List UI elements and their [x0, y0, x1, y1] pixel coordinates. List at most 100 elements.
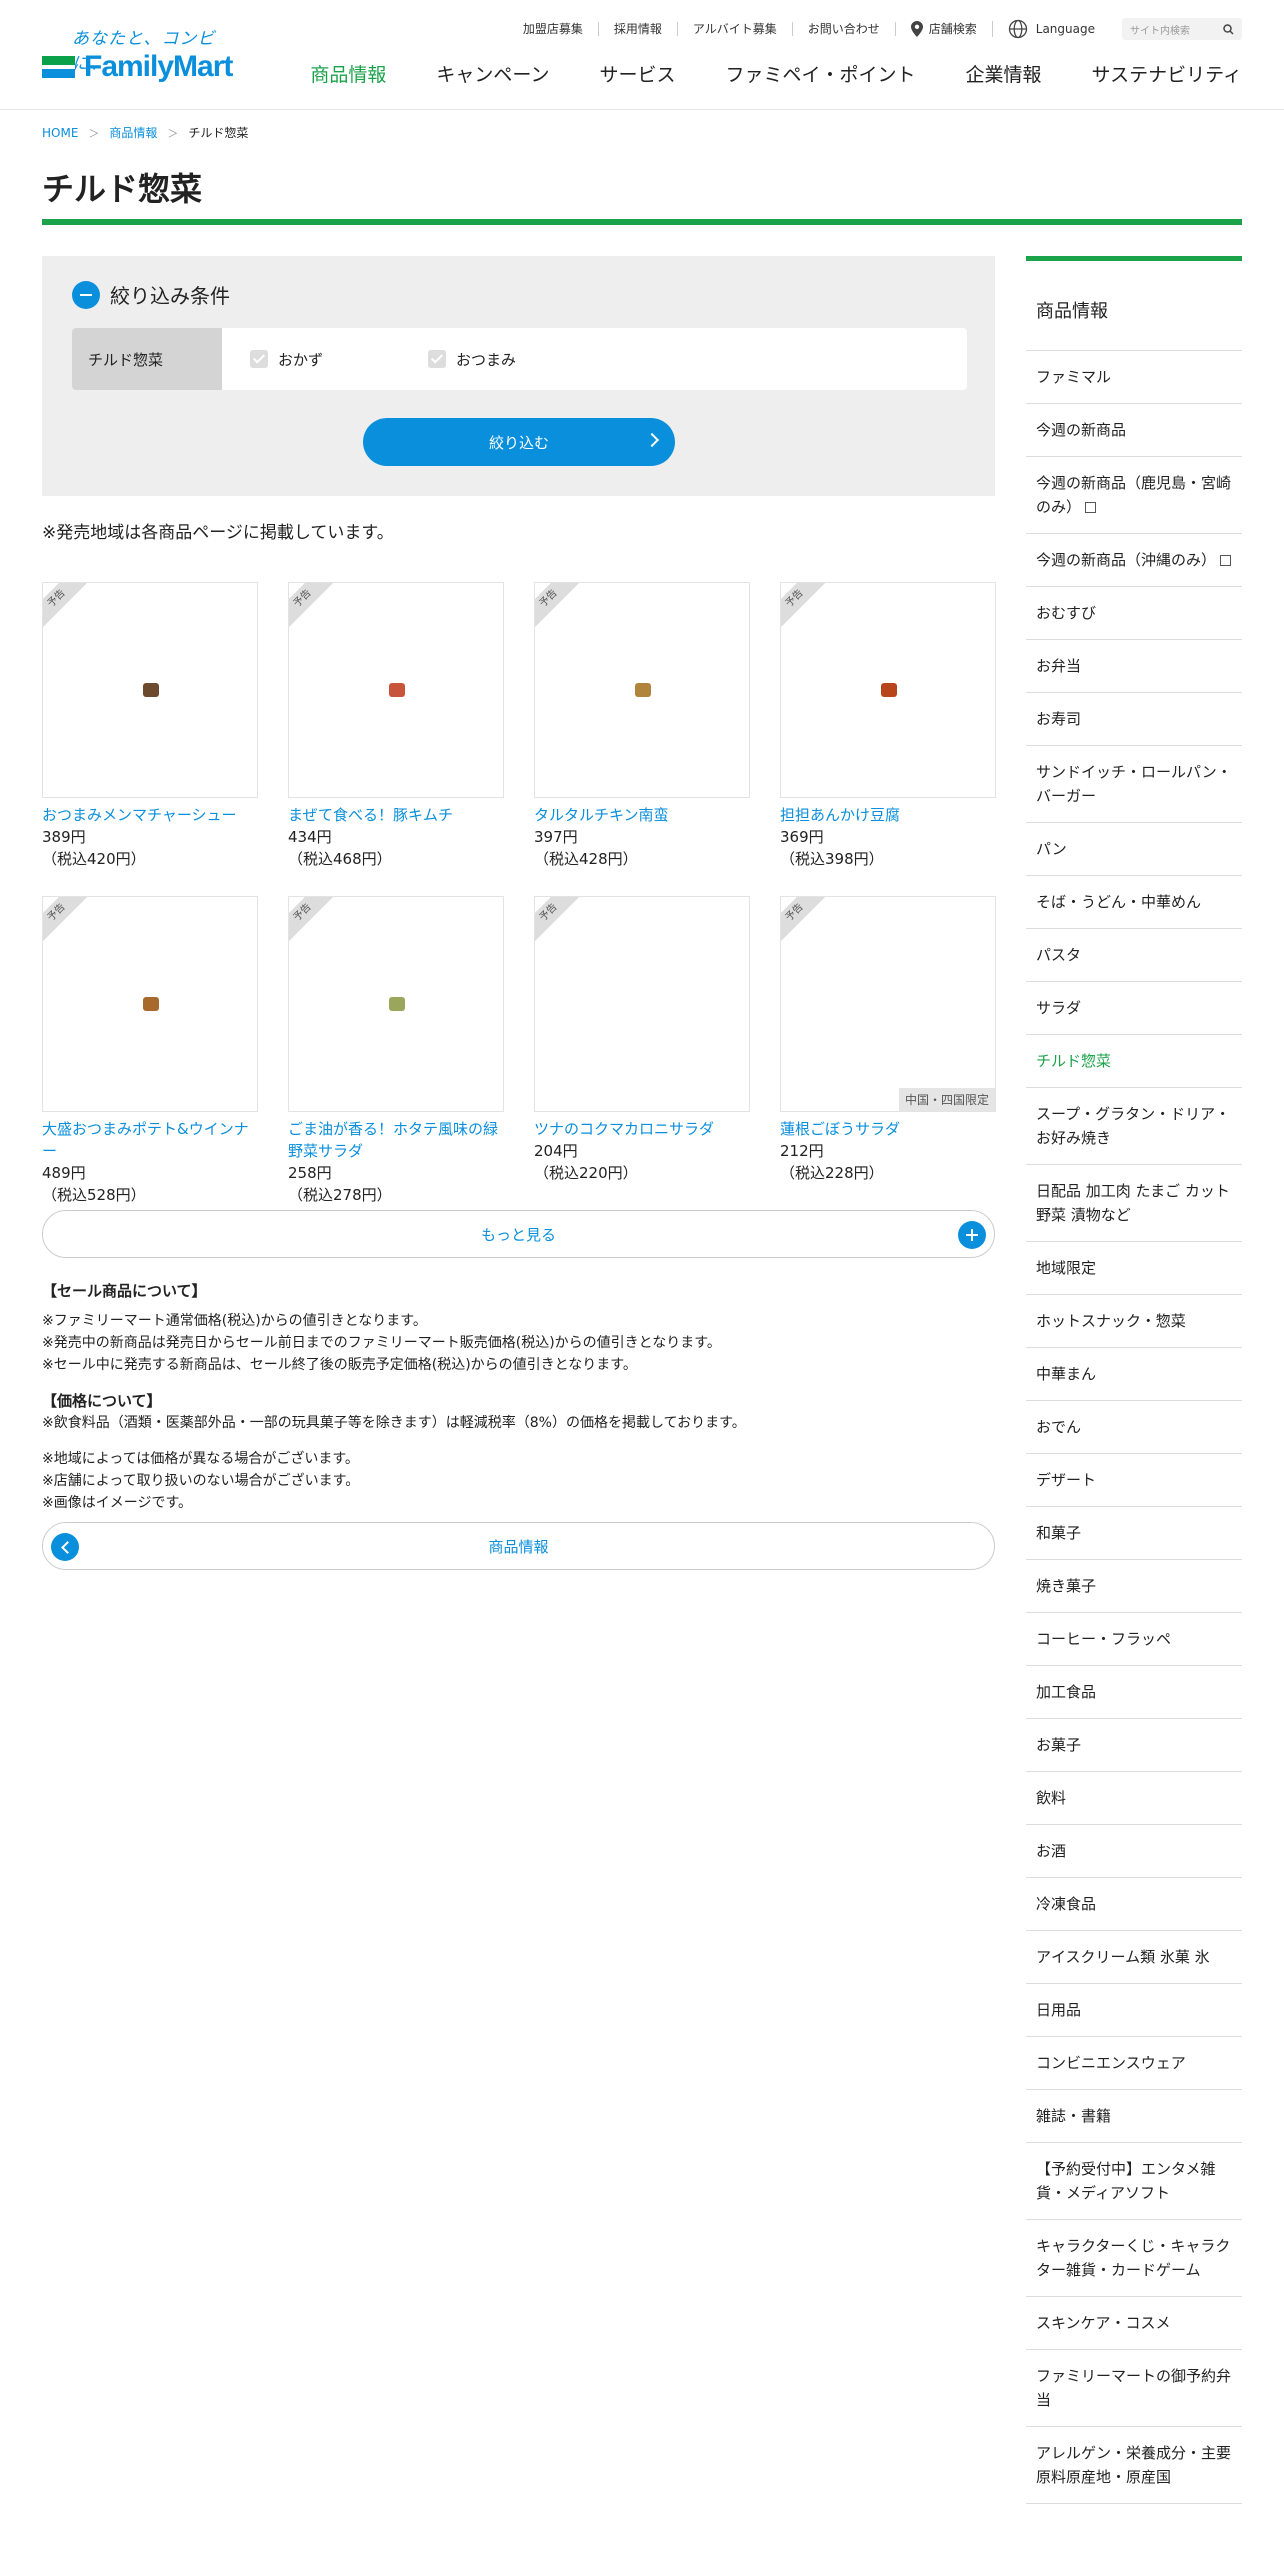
util-link-contact[interactable]: お問い合わせ [793, 22, 896, 36]
product-name[interactable]: まぜて食べる！豚キムチ [288, 804, 504, 826]
sidebar-item[interactable]: サラダ [1026, 982, 1242, 1035]
filter-toggle[interactable]: 絞り込み条件 [72, 280, 230, 309]
product-card[interactable]: 予告 タルタルチキン南蛮 397円 （税込428円） [534, 582, 750, 870]
sidebar-item[interactable]: お酒 [1026, 1825, 1242, 1878]
nav-corporate[interactable]: 企業情報 [966, 60, 1042, 87]
load-more-label: もっと見る [480, 1225, 556, 1244]
util-link-parttime[interactable]: アルバイト募集 [678, 22, 793, 36]
product-name[interactable]: おつまみメンマチャーシュー [42, 804, 258, 826]
nav-famipay[interactable]: ファミペイ・ポイント [725, 60, 915, 87]
product-name[interactable]: 担担あんかけ豆腐 [780, 804, 996, 826]
product-image[interactable]: 予告 [42, 896, 258, 1112]
nav-service[interactable]: サービス [599, 60, 675, 87]
apply-filter-button[interactable]: 絞り込む [363, 418, 675, 466]
back-to-products-button[interactable]: 商品情報 [42, 1522, 995, 1570]
product-card[interactable]: 予告 まぜて食べる！豚キムチ 434円 （税込468円） [288, 582, 504, 870]
breadcrumb-current: チルド惣菜 [188, 126, 249, 140]
sidebar-item[interactable]: デザート [1026, 1454, 1242, 1507]
sidebar-item[interactable]: ホットスナック・惣菜 [1026, 1295, 1242, 1348]
sidebar-item[interactable]: 焼き菓子 [1026, 1560, 1242, 1613]
sidebar-item[interactable]: 和菓子 [1026, 1507, 1242, 1560]
sidebar-item-label: そば・うどん・中華めん [1036, 893, 1202, 911]
sidebar-item[interactable]: スキンケア・コスメ [1026, 2297, 1242, 2350]
nav-campaign[interactable]: キャンペーン [436, 60, 549, 87]
product-name[interactable]: 蓮根ごぼうサラダ [780, 1118, 996, 1140]
sidebar-item[interactable]: 今週の新商品（沖縄のみ） [1026, 534, 1242, 587]
sidebar-item[interactable]: 冷凍食品 [1026, 1878, 1242, 1931]
product-card[interactable]: 予告 おつまみメンマチャーシュー 389円 （税込420円） [42, 582, 258, 870]
sidebar-item[interactable]: おむすび [1026, 587, 1242, 640]
sidebar-item[interactable]: 中華まん [1026, 1348, 1242, 1401]
sidebar-item[interactable]: お寿司 [1026, 693, 1242, 746]
sidebar-item[interactable]: 地域限定 [1026, 1242, 1242, 1295]
sidebar-item-label: パン [1036, 840, 1067, 858]
sidebar-item-label: お弁当 [1036, 657, 1082, 675]
filter-option-otsumami[interactable]: おつまみ [428, 328, 578, 390]
product-image[interactable]: 予告 [534, 896, 750, 1112]
nav-sustainability[interactable]: サステナビリティ [1092, 60, 1242, 87]
sidebar-item[interactable]: お弁当 [1026, 640, 1242, 693]
sidebar-item[interactable]: キャラクターくじ・キャラクター雑貨・カードゲーム [1026, 2220, 1242, 2297]
sidebar-item[interactable]: そば・うどん・中華めん [1026, 876, 1242, 929]
sidebar-item[interactable]: スープ・グラタン・ドリア・お好み焼き [1026, 1088, 1242, 1165]
sidebar-item[interactable]: パスタ [1026, 929, 1242, 982]
search-icon[interactable] [1223, 23, 1234, 35]
breadcrumb-home[interactable]: HOME [42, 126, 78, 140]
util-link-recruit[interactable]: 採用情報 [599, 22, 678, 36]
product-image[interactable]: 予告 [288, 896, 504, 1112]
familymart-logo[interactable]: あなたと、コンビに、 FamilyMart [42, 24, 247, 88]
product-image[interactable]: 予告 [42, 582, 258, 798]
language-switcher[interactable]: Language [993, 19, 1110, 39]
filter-option-okazu[interactable]: おかず [250, 328, 400, 390]
sidebar-item[interactable]: 雑誌・書籍 [1026, 2090, 1242, 2143]
sidebar-item[interactable]: 今週の新商品 [1026, 404, 1242, 457]
sidebar-item[interactable]: 日用品 [1026, 1984, 1242, 2037]
util-link-franchise[interactable]: 加盟店募集 [508, 22, 599, 36]
sidebar-item[interactable]: コンビニエンスウェア [1026, 2037, 1242, 2090]
sidebar-item[interactable]: アイスクリーム類 氷菓 氷 [1026, 1931, 1242, 1984]
product-image[interactable]: 予告 [780, 582, 996, 798]
checkbox-icon[interactable] [428, 350, 446, 368]
breadcrumb-products[interactable]: 商品情報 [109, 124, 157, 141]
product-card[interactable]: 予告 担担あんかけ豆腐 369円 （税込398円） [780, 582, 996, 870]
sidebar-heading[interactable]: 商品情報 [1026, 261, 1242, 351]
sidebar-item[interactable]: ファミリーマートの御予約弁当 [1026, 2350, 1242, 2427]
product-name[interactable]: タルタルチキン南蛮 [534, 804, 750, 826]
global-nav: 商品情報 キャンペーン サービス ファミペイ・ポイント 企業情報 サステナビリテ… [260, 60, 1242, 87]
product-card[interactable]: 予告 ごま油が香る！ホタテ風味の緑野菜サラダ 258円 （税込278円） [288, 896, 504, 1206]
sidebar-item[interactable]: サンドイッチ・ロールパン・バーガー [1026, 746, 1242, 823]
sidebar-item[interactable]: アレルゲン・栄養成分・主要原料原産地・原産国 [1026, 2427, 1242, 2504]
product-image[interactable]: 予告 中国・四国限定 [780, 896, 996, 1112]
sidebar-item[interactable]: 加工食品 [1026, 1666, 1242, 1719]
product-image[interactable]: 予告 [288, 582, 504, 798]
collapse-icon[interactable] [72, 280, 100, 309]
store-search-link[interactable]: 店舗検索 [896, 21, 993, 37]
sidebar-item[interactable]: 飲料 [1026, 1772, 1242, 1825]
external-link-icon [1085, 502, 1097, 513]
site-header: あなたと、コンビに、 FamilyMart 加盟店募集 採用情報 アルバイト募集… [0, 0, 1284, 110]
checkbox-icon[interactable] [250, 350, 268, 368]
product-name[interactable]: ごま油が香る！ホタテ風味の緑野菜サラダ [288, 1118, 504, 1162]
nav-products[interactable]: 商品情報 [310, 60, 386, 87]
sidebar-item[interactable]: おでん [1026, 1401, 1242, 1454]
sidebar-item[interactable]: 【予約受付中】エンタメ雑貨・メディアソフト [1026, 2143, 1242, 2220]
product-image[interactable]: 予告 [534, 582, 750, 798]
region-limited-badge: 中国・四国限定 [898, 1088, 995, 1111]
sidebar-item[interactable]: ファミマル [1026, 351, 1242, 404]
sidebar-item[interactable]: コーヒー・フラッペ [1026, 1613, 1242, 1666]
sidebar-item[interactable]: 今週の新商品（鹿児島・宮崎のみ） [1026, 457, 1242, 534]
product-name[interactable]: ツナのコクマカロニサラダ [534, 1118, 750, 1140]
sidebar-item-label: コーヒー・フラッペ [1036, 1630, 1172, 1648]
sidebar-item-label: ファミマル [1036, 368, 1112, 386]
sidebar-item[interactable]: パン [1026, 823, 1242, 876]
site-search-input[interactable]: サイト内検索 [1122, 18, 1242, 40]
product-name[interactable]: 大盛おつまみポテト&ウインナー [42, 1118, 258, 1162]
product-card[interactable]: 予告 ツナのコクマカロニサラダ 204円 （税込220円） [534, 896, 750, 1184]
load-more-button[interactable]: もっと見る [42, 1210, 995, 1258]
store-search-label: 店舗検索 [928, 22, 977, 36]
product-card[interactable]: 予告 中国・四国限定 蓮根ごぼうサラダ 212円 （税込228円） [780, 896, 996, 1184]
sidebar-item[interactable]: お菓子 [1026, 1719, 1242, 1772]
sidebar-item[interactable]: チルド惣菜 [1026, 1035, 1242, 1088]
product-card[interactable]: 予告 大盛おつまみポテト&ウインナー 489円 （税込528円） [42, 896, 258, 1206]
sidebar-item[interactable]: 日配品 加工肉 たまご カット野菜 漬物など [1026, 1165, 1242, 1242]
